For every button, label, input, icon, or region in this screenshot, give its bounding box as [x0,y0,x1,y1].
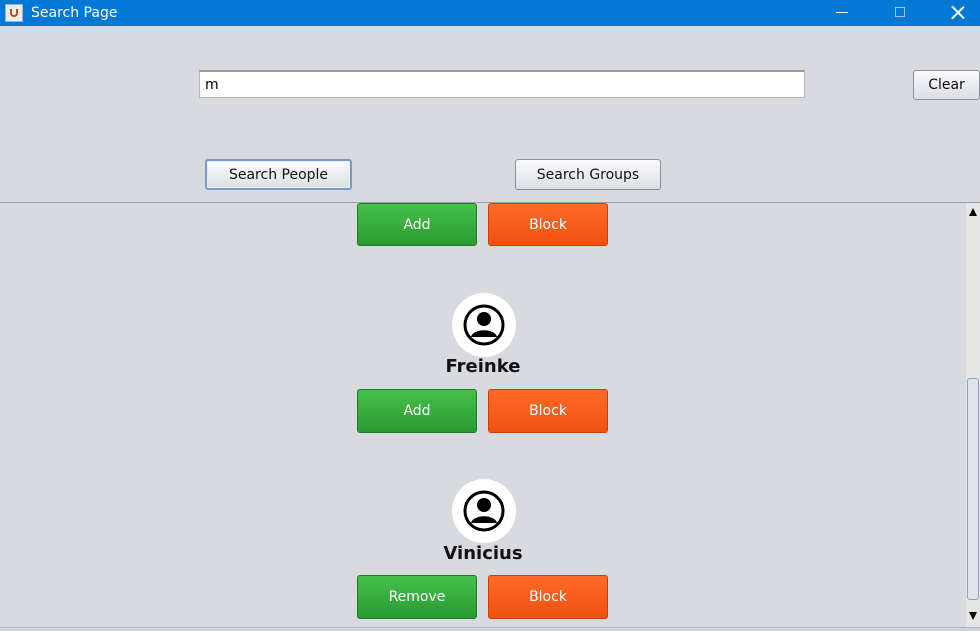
person-name: Vinicius [443,543,523,564]
add-button[interactable]: Add [357,203,477,246]
java-app-icon [5,4,23,22]
clear-button[interactable]: Clear [913,70,980,100]
scroll-up-arrow-icon[interactable] [966,203,980,221]
window-bottom-edge [0,627,980,631]
person-name: Freinke [445,356,521,377]
maximize-button[interactable] [877,0,923,26]
scroll-down-arrow-icon[interactable] [966,607,980,625]
block-button[interactable]: Block [488,389,608,433]
results-list: Add Block Freinke Add Block Vinicius Rem… [0,203,966,627]
close-button[interactable] [934,0,980,26]
vertical-scrollbar[interactable] [966,203,980,627]
scroll-track[interactable] [966,221,980,607]
minimize-icon [836,12,848,13]
maximize-icon [895,7,905,17]
block-button[interactable]: Block [488,575,608,619]
scroll-thumb[interactable] [967,378,979,600]
search-people-button[interactable]: Search People [205,159,352,190]
search-groups-button[interactable]: Search Groups [515,159,661,190]
block-button[interactable]: Block [488,203,608,246]
minimize-button[interactable] [819,0,865,26]
window-title: Search Page [31,5,118,21]
user-avatar-icon [452,479,516,543]
search-input[interactable] [199,70,805,98]
title-bar: Search Page [0,0,980,26]
close-icon [950,3,966,23]
remove-button[interactable]: Remove [357,575,477,619]
add-button[interactable]: Add [357,389,477,433]
user-avatar-icon [452,293,516,357]
